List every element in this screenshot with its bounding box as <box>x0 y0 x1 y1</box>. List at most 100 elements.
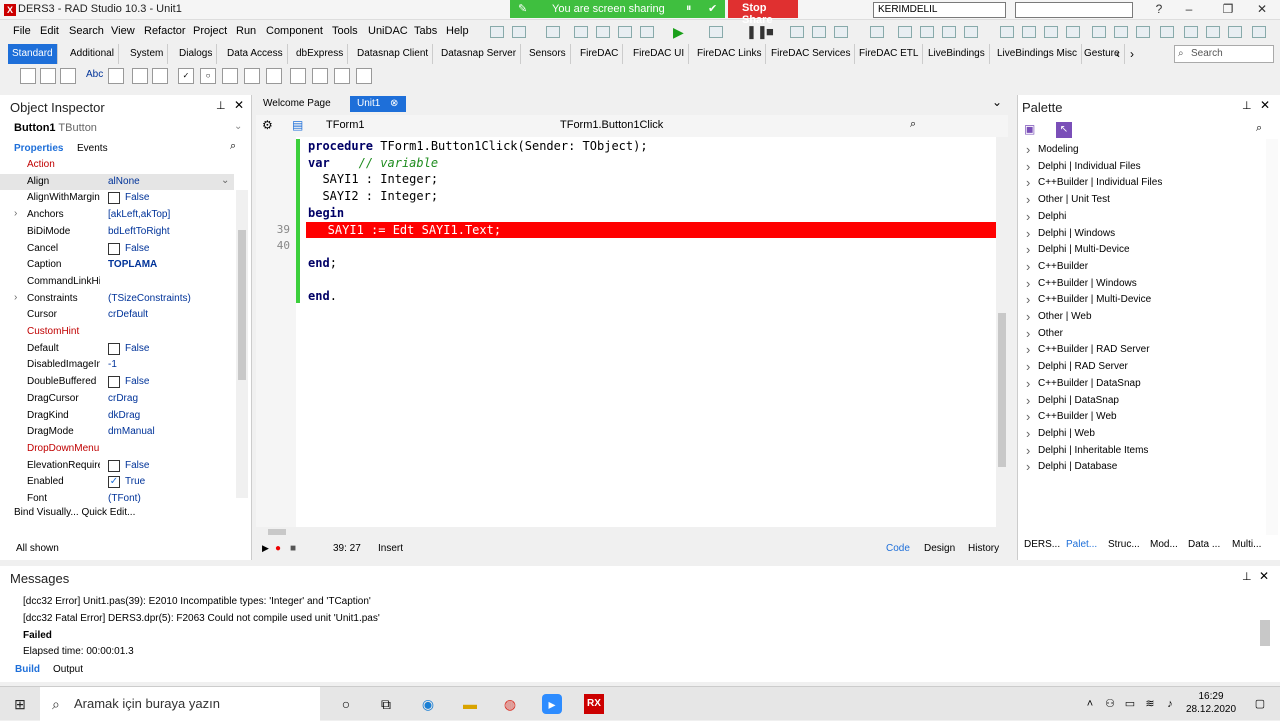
mainmenu-icon[interactable] <box>40 68 56 84</box>
palette-category[interactable]: Delphi | Inheritable Items <box>1026 443 1148 458</box>
palette-category[interactable]: C++Builder <box>1026 259 1088 274</box>
tab-datasnap-client[interactable]: Datasnap Client <box>353 44 434 64</box>
grid-icon[interactable] <box>1184 26 1198 38</box>
edge-icon[interactable]: ◉ <box>418 694 438 714</box>
editor-vertical-scrollbar[interactable] <box>996 137 1008 527</box>
menu-tools[interactable]: Tools <box>332 25 358 37</box>
menu-unidac[interactable]: UniDAC <box>368 25 408 37</box>
stop-share-button[interactable]: Stop Share <box>728 0 798 26</box>
class-combo[interactable]: TForm1 <box>326 119 365 131</box>
pin-icon[interactable]: ⊥ <box>1242 570 1252 583</box>
actionlist-icon[interactable] <box>356 68 372 84</box>
menu-edit[interactable]: Edit <box>40 25 59 37</box>
palette-bottom-tab[interactable]: Struc... <box>1108 539 1140 550</box>
palette-category[interactable]: C++Builder | DataSnap <box>1026 376 1141 391</box>
code-line[interactable]: begin <box>308 205 344 221</box>
tab-firedac-services[interactable]: FireDAC Services <box>767 44 856 64</box>
palette-category[interactable]: C++Builder | Multi-Device <box>1026 292 1151 307</box>
pause-debug-icon[interactable]: ❚❚ <box>746 24 768 40</box>
lock-controls-icon[interactable] <box>1136 26 1150 38</box>
property-row[interactable]: Cancel False <box>0 241 234 257</box>
palette-category[interactable]: C++Builder | Individual Files <box>1026 175 1162 190</box>
code-line[interactable]: SAYI1 : Integer; <box>308 171 438 187</box>
tab-welcome-page[interactable]: Welcome Page <box>256 96 338 112</box>
align-icon[interactable] <box>898 26 912 38</box>
close-icon[interactable]: ✕ <box>1260 98 1270 112</box>
taskbar-clock[interactable]: 16:29 28.12.2020 <box>1186 690 1236 716</box>
user-combo[interactable]: KERIMDELIL <box>873 2 1006 18</box>
palette-category[interactable]: Delphi | Database <box>1026 459 1117 474</box>
step-over-icon[interactable] <box>834 26 848 38</box>
palette-category[interactable]: Delphi | Windows <box>1026 226 1115 241</box>
property-value[interactable]: False <box>125 460 149 471</box>
panel-icon[interactable] <box>334 68 350 84</box>
tab-output[interactable]: Output <box>53 664 83 675</box>
property-value[interactable]: TOPLAMA <box>108 259 157 270</box>
search-icon[interactable]: ⌕ <box>230 140 236 153</box>
search-icon[interactable]: ⌕ <box>910 118 916 131</box>
code-editor[interactable]: procedure TForm1.Button1Click(Sender: TO… <box>256 137 996 527</box>
property-checkbox[interactable] <box>108 459 120 472</box>
tab-datasnap-server[interactable]: Datasnap Server <box>437 44 522 64</box>
palette-category[interactable]: Delphi | Web <box>1026 426 1095 441</box>
property-row[interactable]: DisabledImageIndex -1 <box>0 357 234 373</box>
checkbox-icon[interactable]: ✓ <box>178 68 194 84</box>
palette-category[interactable]: Delphi <box>1026 209 1067 224</box>
restore-icon[interactable]: ❐ <box>1214 2 1242 18</box>
play-macro-icon[interactable]: ▶ <box>262 543 269 554</box>
label-icon[interactable]: Abc <box>86 68 103 84</box>
run-without-debug-icon[interactable] <box>709 26 723 38</box>
tab-sensors[interactable]: Sensors <box>525 44 571 64</box>
palette-scrollbar[interactable] <box>1266 139 1278 535</box>
property-value[interactable]: -1 <box>108 359 117 370</box>
menu-search[interactable]: Search <box>69 25 104 37</box>
property-value[interactable]: crDefault <box>108 309 148 320</box>
send-back-icon[interactable] <box>1066 26 1080 38</box>
tab-events[interactable]: Events <box>77 143 108 154</box>
editor-horizontal-scrollbar[interactable] <box>256 527 996 537</box>
button-icon[interactable] <box>152 68 168 84</box>
property-value[interactable]: bdLeftToRight <box>108 226 170 237</box>
property-row[interactable]: Cursor crDefault <box>0 307 234 323</box>
code-line[interactable]: procedure TForm1.Button1Click(Sender: TO… <box>308 138 648 154</box>
palette-category[interactable]: Modeling <box>1026 142 1078 157</box>
tab-order-icon[interactable] <box>1092 26 1106 38</box>
pin-icon[interactable]: ⊥ <box>1242 99 1252 112</box>
menu-run[interactable]: Run <box>236 25 256 37</box>
ide-search-input[interactable] <box>1015 2 1133 18</box>
code-line[interactable]: end. <box>308 288 337 304</box>
property-row[interactable]: BiDiMode bdLeftToRight <box>0 224 234 240</box>
chevron-down-icon[interactable]: ⌄ <box>234 121 242 132</box>
minimize-icon[interactable]: – <box>1175 2 1203 18</box>
property-row[interactable]: DropDownMenu <box>0 441 234 457</box>
palette-bottom-tab[interactable]: Palet... <box>1066 539 1097 550</box>
palette-category[interactable]: C++Builder | Windows <box>1026 276 1137 291</box>
align-grid-icon[interactable] <box>1206 26 1220 38</box>
zoom-icon[interactable]: ▸ <box>542 694 562 714</box>
property-checkbox[interactable]: ✓ <box>108 476 120 489</box>
radiobutton-icon[interactable]: ○ <box>200 68 216 84</box>
tab-livebindings-misc[interactable]: LiveBindings Misc <box>993 44 1083 64</box>
palette-bottom-tab[interactable]: DERS... <box>1024 539 1060 550</box>
close-icon[interactable]: ✕ <box>1248 2 1276 18</box>
property-value[interactable]: alNone <box>108 176 140 187</box>
edit-icon[interactable] <box>108 68 124 84</box>
property-value[interactable]: dkDrag <box>108 410 140 421</box>
stop-debug-icon[interactable]: ■ <box>766 24 774 39</box>
tab-firedac[interactable]: FireDAC <box>576 44 624 64</box>
chevron-down-icon[interactable]: ⌄ <box>992 95 1002 109</box>
order-icon[interactable] <box>1022 26 1036 38</box>
chevron-left-icon[interactable]: ‹ <box>1116 47 1120 61</box>
cortana-icon[interactable]: ○ <box>336 694 356 714</box>
save-all-icon[interactable] <box>574 26 588 38</box>
size-icon[interactable] <box>1000 26 1014 38</box>
palette-category[interactable]: Delphi | DataSnap <box>1026 393 1119 408</box>
property-row[interactable]: Default False <box>0 341 234 357</box>
property-row[interactable]: DragCursor crDrag <box>0 391 234 407</box>
listbox-icon[interactable] <box>222 68 238 84</box>
file-explorer-icon[interactable]: ▬ <box>460 694 480 714</box>
oi-scrollbar[interactable] <box>236 190 248 498</box>
menu-refactor[interactable]: Refactor <box>144 25 186 37</box>
property-row[interactable]: CommandLinkHint <box>0 274 234 290</box>
frames-icon[interactable] <box>20 68 36 84</box>
